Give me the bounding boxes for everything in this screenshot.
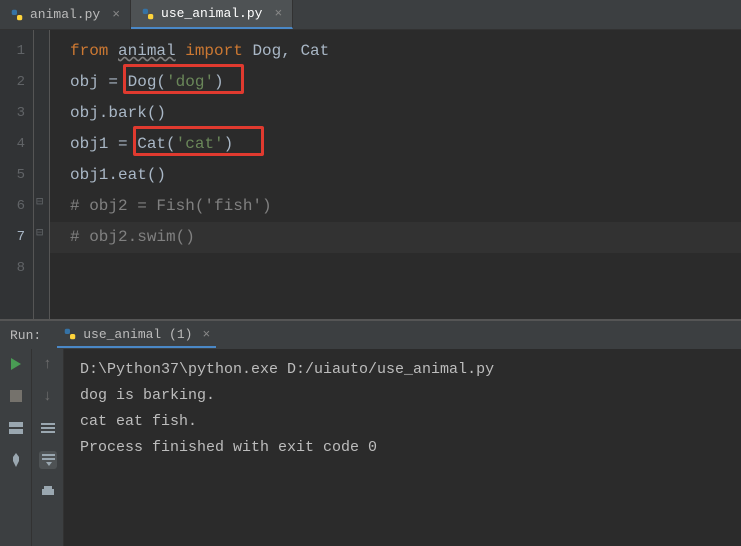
code-line: obj.bark() [70,98,741,129]
layout-icon[interactable] [7,419,25,437]
editor-area: 1 2 3 4 5 6 7 8 ⊟ ⊟ from animal import D… [0,30,741,319]
console-line: cat eat fish. [80,409,741,435]
code-editor[interactable]: from animal import Dog, Cat obj = Dog('d… [50,30,741,319]
console-line: D:\Python37\python.exe D:/uiauto/use_ani… [80,357,741,383]
down-arrow-icon[interactable]: ↓ [39,387,57,405]
close-icon[interactable]: × [112,7,120,22]
line-number: 2 [0,67,25,98]
print-icon[interactable] [39,483,57,501]
tab-animal[interactable]: animal.py × [0,0,131,29]
code-line: obj1 = Cat('cat') [70,129,741,160]
console-line: Process finished with exit code 0 [80,435,741,461]
console-line: dog is barking. [80,383,741,409]
line-number: 7 [0,222,25,253]
run-main-toolbar [0,349,32,546]
python-file-icon [63,327,77,341]
console-output[interactable]: D:\Python37\python.exe D:/uiauto/use_ani… [64,349,741,546]
tab-label: use_animal.py [161,6,262,21]
tab-label: animal.py [30,7,100,22]
run-config-tab[interactable]: use_animal (1) × [57,323,216,348]
close-icon[interactable]: × [202,327,210,342]
line-number: 8 [0,253,25,284]
close-icon[interactable]: × [274,6,282,21]
fold-marker-icon[interactable]: ⊟ [36,225,43,240]
stop-icon[interactable] [7,387,25,405]
code-line: obj1.eat() [70,160,741,191]
line-number: 5 [0,160,25,191]
code-line: obj = Dog('dog') [70,67,741,98]
run-sub-toolbar: ↑ ↓ [32,349,64,546]
pin-icon[interactable] [7,451,25,469]
run-panel-header: Run: use_animal (1) × [0,321,741,349]
line-number: 1 [0,36,25,67]
code-line: from animal import Dog, Cat [70,36,741,67]
code-line: # obj2 = Fish('fish') [70,191,741,222]
run-panel: Run: use_animal (1) × ↑ ↓ D:\Python37\py… [0,319,741,546]
rerun-icon[interactable] [7,355,25,373]
line-number: 3 [0,98,25,129]
code-line: # obj2.swim() [70,222,741,253]
fold-gutter: ⊟ ⊟ [34,30,50,319]
line-number: 4 [0,129,25,160]
up-arrow-icon[interactable]: ↑ [39,355,57,373]
fold-marker-icon[interactable]: ⊟ [36,194,43,209]
soft-wrap-icon[interactable] [39,419,57,437]
scroll-to-end-icon[interactable] [39,451,57,469]
tab-use-animal[interactable]: use_animal.py × [131,0,293,29]
run-label: Run: [10,328,41,343]
run-tab-label: use_animal (1) [83,327,192,342]
python-file-icon [10,8,24,22]
line-number-gutter: 1 2 3 4 5 6 7 8 [0,30,34,319]
editor-tab-bar: animal.py × use_animal.py × [0,0,741,30]
python-file-icon [141,7,155,21]
line-number: 6 [0,191,25,222]
run-panel-body: ↑ ↓ D:\Python37\python.exe D:/uiauto/use… [0,349,741,546]
